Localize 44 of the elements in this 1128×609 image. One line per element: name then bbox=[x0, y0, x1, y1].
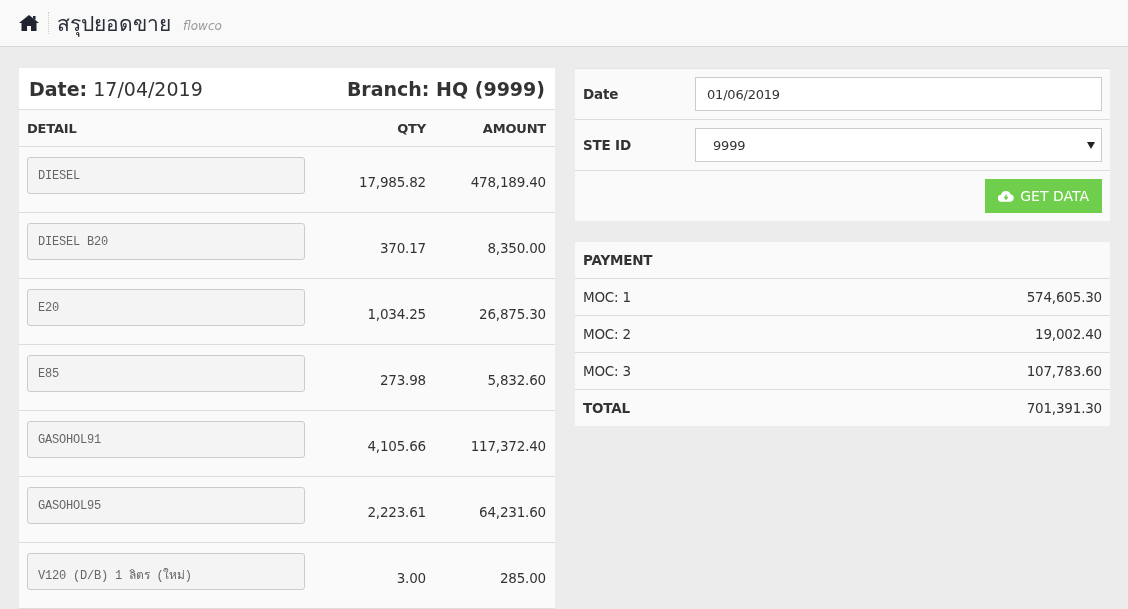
qty-cell-text: 273.98 bbox=[378, 370, 426, 388]
payment-label: MOC: 2 bbox=[583, 326, 631, 342]
amount-cell-text: 285.00 bbox=[498, 568, 546, 586]
caret-icon bbox=[1087, 141, 1095, 149]
brand-label: flowco bbox=[183, 18, 222, 33]
detail-field: GASOHOL95 bbox=[27, 487, 305, 524]
detail-field: DIESEL bbox=[27, 157, 305, 194]
cloud-download-icon bbox=[998, 190, 1015, 202]
qty-cell-text: 1,034.25 bbox=[366, 304, 426, 322]
ste-id-dropdown[interactable]: 9999 bbox=[695, 128, 1102, 162]
field-label: Date bbox=[583, 86, 620, 102]
amount-cell-text: 64,231.60 bbox=[478, 502, 546, 520]
total-amount: 701,391.30 bbox=[1026, 400, 1102, 416]
field-label: STE ID bbox=[583, 137, 632, 153]
detail-field: E85 bbox=[27, 355, 305, 392]
qty-cell-text: 4,105.66 bbox=[366, 436, 426, 454]
qty-cell-text: 3.00 bbox=[395, 568, 426, 586]
amount-cell-text: 478,189.40 bbox=[469, 172, 546, 190]
amount-cell-text: 8,350.00 bbox=[486, 238, 546, 256]
detail-field: E20 bbox=[27, 289, 305, 326]
total-label: TOTAL bbox=[583, 400, 630, 416]
detail-field: V120 (D/B) 1 ลิตร (ใหม่) bbox=[27, 553, 305, 590]
column-header: AMOUNT bbox=[481, 120, 546, 136]
detail-field: GASOHOL91 bbox=[27, 421, 305, 458]
payment-amount: 19,002.40 bbox=[1035, 326, 1102, 342]
qty-cell-text: 2,223.61 bbox=[366, 502, 426, 520]
qty-cell-text: 370.17 bbox=[378, 238, 426, 256]
payment-label: MOC: 3 bbox=[583, 363, 631, 379]
home-icon[interactable] bbox=[19, 15, 39, 31]
payment-amount: 107,783.60 bbox=[1026, 363, 1102, 379]
amount-cell-text: 117,372.40 bbox=[469, 436, 546, 454]
column-header: DETAIL bbox=[27, 120, 78, 136]
amount-cell-text: 5,832.60 bbox=[486, 370, 546, 388]
payment-amount: 574,605.30 bbox=[1026, 289, 1102, 305]
column-header: QTY bbox=[396, 120, 426, 136]
payment-label: MOC: 1 bbox=[583, 289, 631, 305]
page-title: สรุปยอดขาย bbox=[57, 10, 171, 39]
report-date: Date: 17/04/2019 bbox=[29, 77, 203, 100]
detail-field: DIESEL B20 bbox=[27, 223, 305, 260]
qty-cell-text: 17,985.82 bbox=[358, 172, 426, 190]
amount-cell-text: 26,875.30 bbox=[478, 304, 546, 322]
payment-heading: PAYMENT bbox=[575, 242, 1110, 279]
branch-label: Branch: HQ (9999) bbox=[346, 77, 545, 100]
date-field[interactable]: 01/06/2019 bbox=[695, 77, 1102, 111]
